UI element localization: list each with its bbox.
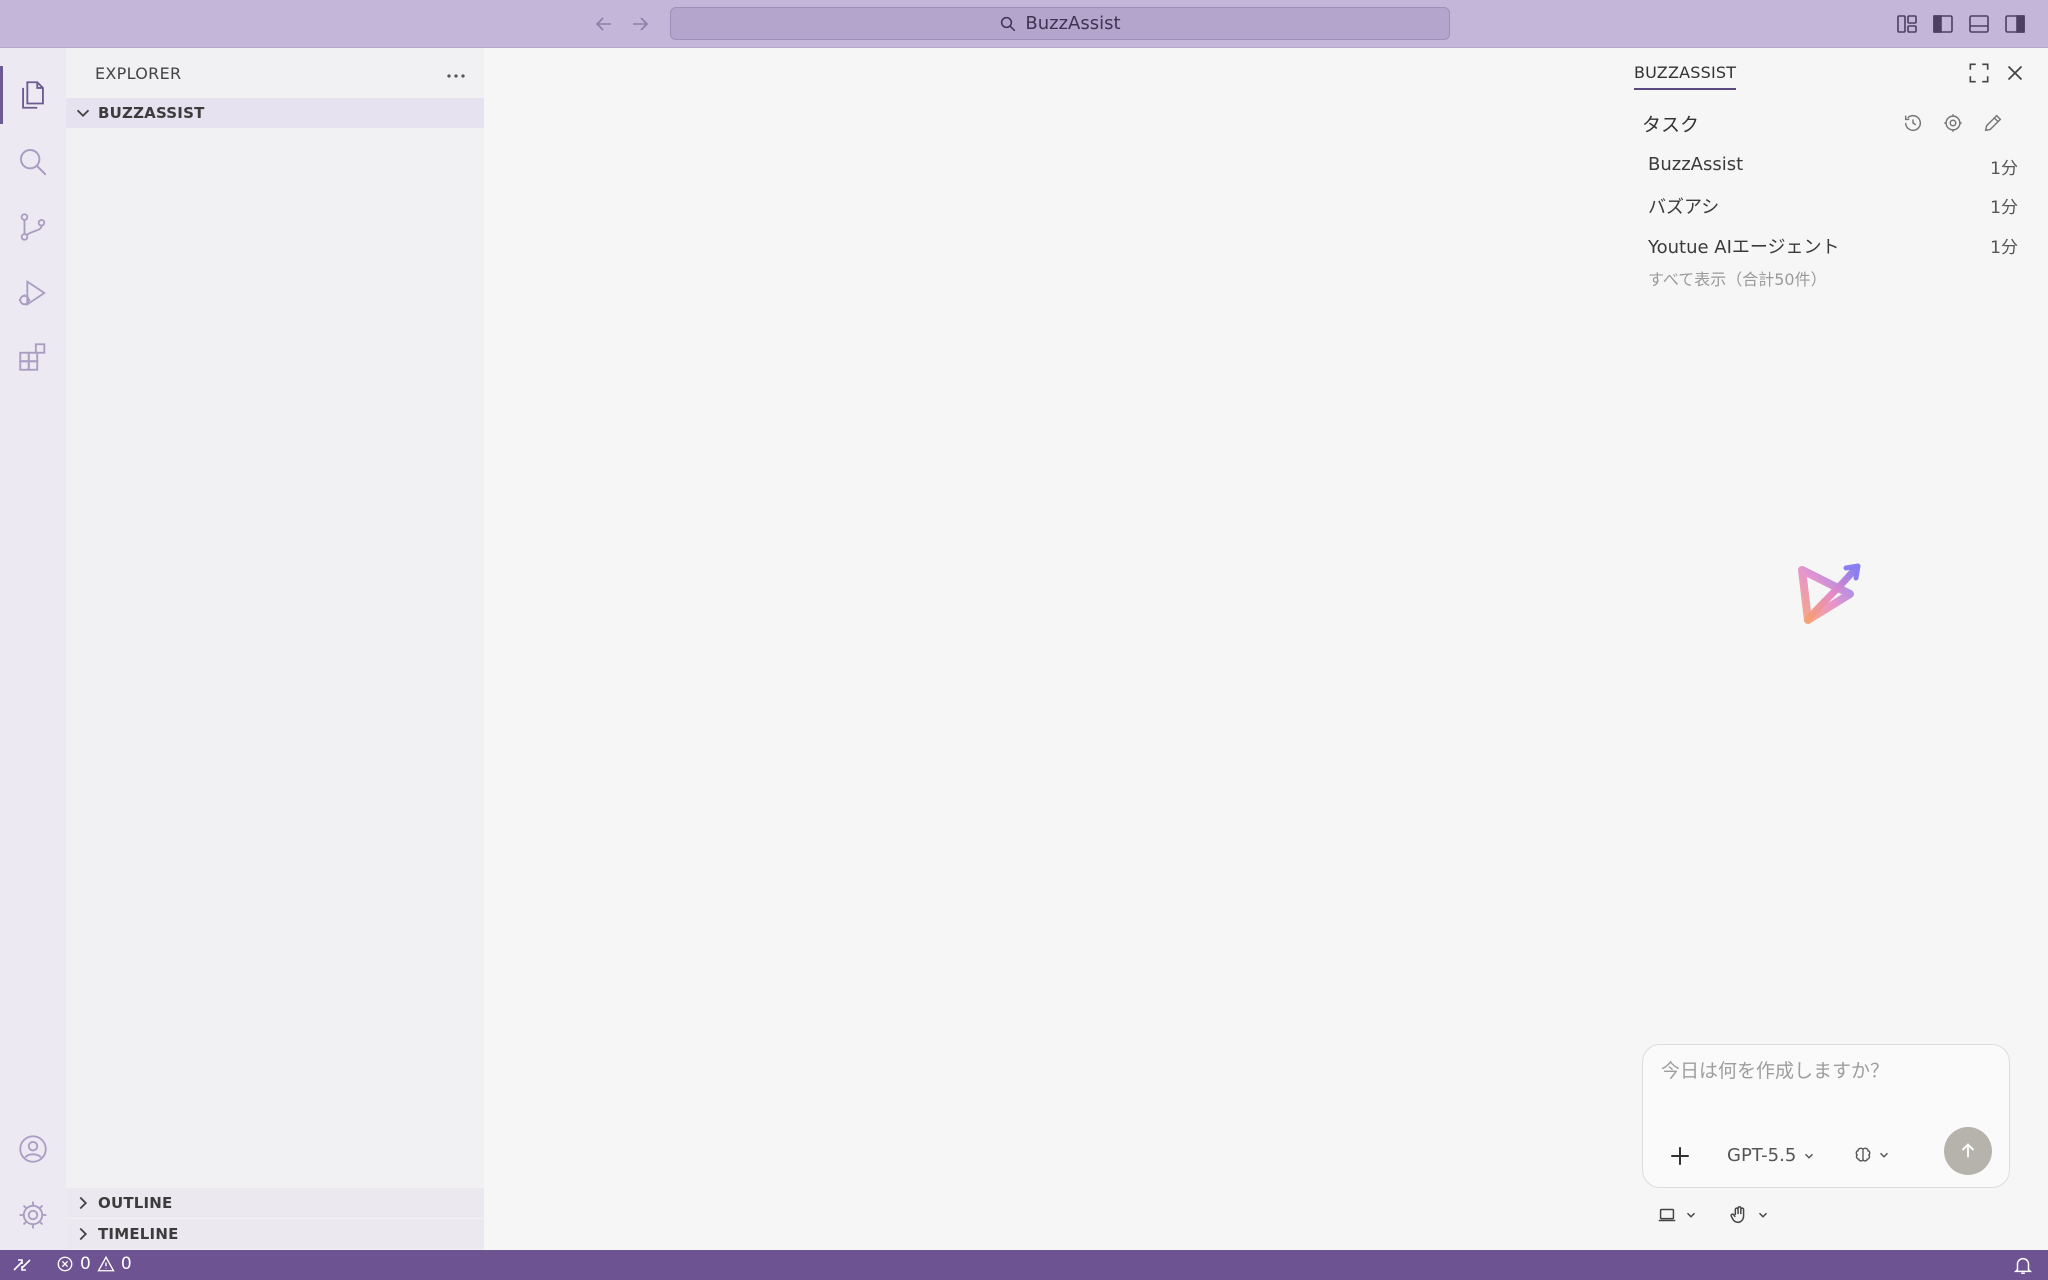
command-center-search[interactable]: BuzzAssist <box>670 7 1450 40</box>
tools-select[interactable] <box>1853 1145 1891 1165</box>
error-count: 0 <box>80 1254 91 1274</box>
gear-icon[interactable] <box>1942 112 1964 134</box>
task-title: Youtue AIエージェント <box>1648 237 1840 258</box>
notifications-bell-icon[interactable] <box>2012 1254 2034 1276</box>
assistant-panel: BUZZASSIST タスク BuzzAssist 1分 バズアシ 1分 You… <box>1604 48 2048 1250</box>
chat-input[interactable] <box>1659 1059 1993 1083</box>
close-icon[interactable] <box>2002 60 2028 86</box>
settings-gear-icon[interactable] <box>0 1182 66 1248</box>
timeline-label: TIMELINE <box>98 1225 179 1243</box>
source-control-icon[interactable] <box>0 194 66 260</box>
hand-icon <box>1728 1204 1750 1226</box>
folder-name: BUZZASSIST <box>98 104 205 122</box>
warning-count: 0 <box>120 1254 132 1274</box>
environment-select[interactable] <box>1656 1204 1698 1226</box>
editor-area[interactable] <box>484 48 1604 1250</box>
maximize-icon[interactable] <box>1966 60 1992 86</box>
activity-bar <box>0 48 66 1250</box>
forward-arrow-icon[interactable] <box>628 12 652 36</box>
arrow-up-icon <box>1957 1140 1979 1162</box>
toggle-panel-icon[interactable] <box>1967 12 1991 36</box>
task-item[interactable]: BuzzAssist 1分 <box>1648 154 2018 184</box>
toggle-secondary-sidebar-icon[interactable] <box>2003 12 2027 36</box>
extensions-icon[interactable] <box>0 324 66 390</box>
assistant-tab[interactable]: BUZZASSIST <box>1634 63 1737 90</box>
problems-indicator[interactable]: 0 0 <box>56 1254 132 1274</box>
new-task-pencil-icon[interactable] <box>1982 112 2004 134</box>
customize-layout-icon[interactable] <box>1895 12 1919 36</box>
search-icon[interactable] <box>0 129 66 195</box>
title-bar: BuzzAssist <box>0 0 2048 48</box>
add-attachment-icon[interactable] <box>1665 1141 1695 1171</box>
outline-label: OUTLINE <box>98 1194 173 1212</box>
task-title: BuzzAssist <box>1648 154 1744 175</box>
task-time: 1分 <box>1990 238 2018 258</box>
error-icon <box>56 1255 74 1273</box>
timeline-section-header[interactable]: TIMELINE <box>66 1219 484 1249</box>
chevron-down-icon <box>72 102 94 124</box>
task-time: 1分 <box>1990 198 2018 218</box>
task-item[interactable]: バズアシ 1分 <box>1648 193 2018 223</box>
explorer-icon[interactable] <box>0 62 66 128</box>
show-all-link[interactable]: すべて表示（合計50件） <box>1648 266 1827 290</box>
chevron-right-icon <box>72 1192 94 1214</box>
back-arrow-icon[interactable] <box>592 12 616 36</box>
model-select[interactable]: GPT-5.5 <box>1727 1145 1816 1166</box>
chevron-right-icon <box>72 1223 94 1245</box>
laptop-icon <box>1656 1204 1678 1226</box>
task-item[interactable]: Youtue AIエージェント 1分 <box>1648 233 2018 263</box>
run-debug-icon[interactable] <box>0 260 66 326</box>
search-icon <box>999 15 1017 33</box>
more-actions-icon[interactable] <box>442 62 470 90</box>
chevron-down-icon <box>1756 1208 1770 1222</box>
history-icon[interactable] <box>1902 112 1924 134</box>
explorer-sidebar: EXPLORER BUZZASSIST OUTLINE TIMELINE <box>66 48 484 1250</box>
task-time: 1分 <box>1990 159 2018 179</box>
tasks-label: タスク <box>1642 114 1700 136</box>
chevron-down-icon <box>1802 1149 1816 1163</box>
model-name: GPT-5.5 <box>1727 1145 1797 1166</box>
toggle-primary-sidebar-icon[interactable] <box>1931 12 1955 36</box>
warning-icon <box>97 1255 115 1273</box>
account-icon[interactable] <box>0 1116 66 1182</box>
chevron-down-icon <box>1684 1208 1698 1222</box>
buzzassist-logo-icon <box>1794 560 1866 632</box>
send-button[interactable] <box>1944 1127 1992 1175</box>
status-bar: 0 0 <box>0 1250 2048 1280</box>
command-center-label: BuzzAssist <box>1025 13 1121 34</box>
chevron-down-icon <box>1877 1148 1891 1162</box>
approval-mode-select[interactable] <box>1728 1204 1770 1226</box>
remote-indicator-icon[interactable] <box>8 1254 36 1276</box>
explorer-title: EXPLORER <box>95 64 182 83</box>
brain-icon <box>1853 1145 1873 1165</box>
folder-header[interactable]: BUZZASSIST <box>66 98 484 128</box>
task-title: バズアシ <box>1648 197 1720 218</box>
outline-section-header[interactable]: OUTLINE <box>66 1188 484 1218</box>
chat-composer: GPT-5.5 <box>1642 1044 2010 1188</box>
